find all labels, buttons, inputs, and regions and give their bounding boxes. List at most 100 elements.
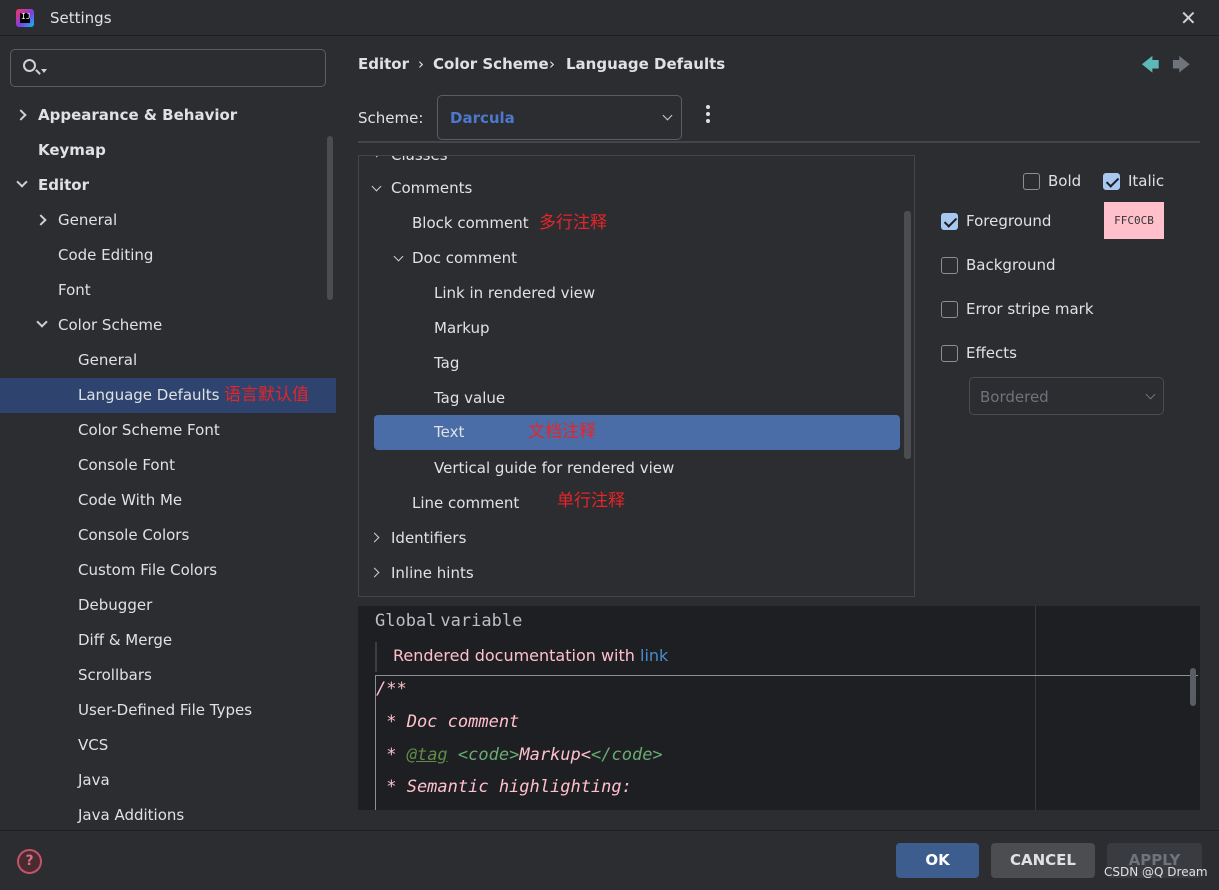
preview-line: * Semantic highlighting: [376,777,632,797]
sidebar-item-code-editing[interactable]: Code Editing [0,238,336,273]
breadcrumb-editor[interactable]: Editor [358,55,409,73]
tree-item-block-comment[interactable]: Block comment [412,206,529,241]
chevron-down-icon[interactable] [393,251,404,262]
foreground-checkbox[interactable] [941,213,958,230]
sidebar-item-console-font[interactable]: Console Font [0,448,336,483]
chevron-right-icon[interactable] [371,156,382,158]
close-icon[interactable]: ✕ [1180,6,1197,30]
breadcrumb-separator: › [418,55,424,73]
sidebar-item-label: Font [58,281,91,299]
sidebar-item-color-scheme-font[interactable]: Color Scheme Font [0,413,336,448]
sidebar-item-diff-merge[interactable]: Diff & Merge [0,623,336,658]
sidebar-item-code-with-me[interactable]: Code With Me [0,483,336,518]
sidebar-item-appearance-behavior[interactable]: Appearance & Behavior [0,98,336,133]
background-checkbox[interactable] [941,257,958,274]
search-history-dropdown-icon[interactable] [41,69,47,73]
sidebar-item-label: General [78,351,138,369]
forward-arrow-icon[interactable]: 🡆 [1172,53,1191,83]
preview-editor[interactable]: Global variable Rendered documentation w… [358,606,1200,810]
sidebar-item-debugger[interactable]: Debugger [0,588,336,623]
scheme-dropdown[interactable]: Darcula [437,95,682,140]
sidebar-item-language-defaults[interactable]: Language Defaults 语言默认值 [0,378,336,413]
tree-item-comments[interactable]: Comments [391,171,472,206]
sidebar-item-scrollbars[interactable]: Scrollbars [0,658,336,693]
sidebar-item-vcs[interactable]: VCS [0,728,336,763]
tree-item-label: Text [434,423,465,441]
tree-item-doc-comment[interactable]: Doc comment [412,241,517,276]
chevron-right-icon[interactable] [369,567,380,578]
chevron-right-icon[interactable] [369,532,380,543]
chevron-down-icon[interactable] [371,181,382,192]
effects-type-value: Bordered [980,388,1049,406]
sidebar-item-label: Appearance & Behavior [38,106,238,124]
breadcrumb-separator: › [549,55,555,73]
rendered-doc-link[interactable]: link [640,646,668,665]
bold-label: Bold [1048,172,1082,190]
tree-item-tag-value[interactable]: Tag value [434,381,505,416]
tree-item-label: Block comment [412,214,529,232]
effects-type-dropdown[interactable]: Bordered [969,377,1164,415]
search-icon [23,59,36,72]
tree-item-text[interactable]: Text 文档注释 [374,415,900,450]
sidebar-item-label: Console Colors [78,526,190,544]
error-stripe-checkbox[interactable] [941,301,958,318]
sidebar-item-java[interactable]: Java [0,763,336,798]
preview-token: Global [375,611,437,631]
tree-item-label: Inline hints [391,564,474,582]
effects-checkbox[interactable] [941,345,958,362]
sidebar-item-label: Code Editing [58,246,154,264]
breadcrumb-color-scheme[interactable]: Color Scheme [433,55,549,73]
preview-line: * Doc comment [376,712,520,732]
tree-scrollbar[interactable] [904,211,911,459]
tree-item-link-in-rendered-view[interactable]: Link in rendered view [434,276,595,311]
divider [358,141,1200,143]
tree-item-tag[interactable]: Tag [434,346,459,381]
tree-item-line-comment[interactable]: Line comment [412,486,519,521]
cancel-button[interactable]: CANCEL [991,843,1095,878]
sidebar-item-font[interactable]: Font [0,273,336,308]
preview-rendered-doc: Rendered documentation with link [375,642,668,672]
sidebar-item-label: Scrollbars [78,666,152,684]
chevron-down-icon [662,110,673,121]
chevron-down-icon [1145,389,1156,400]
chevron-down-icon[interactable] [36,316,48,328]
preview-line: /** [376,679,407,699]
tree-item-identifiers[interactable]: Identifiers [391,521,466,556]
sidebar-item-user-defined-file-types[interactable]: User-Defined File Types [0,693,336,728]
settings-sidebar: Appearance & Behavior Keymap Editor Gene… [0,36,337,830]
sidebar-item-editor[interactable]: Editor [0,168,336,203]
error-stripe-label: Error stripe mark [966,300,1094,318]
settings-search[interactable] [10,49,326,87]
preview-token: Markup [519,745,581,765]
sidebar-item-color-scheme-general[interactable]: General [0,343,336,378]
italic-checkbox[interactable] [1103,173,1120,190]
ok-button[interactable]: OK [896,843,979,878]
annotation-text: 文档注释 [528,422,596,442]
foreground-color-swatch[interactable]: FFC0CB [1104,202,1164,239]
bold-checkbox[interactable] [1023,173,1040,190]
sidebar-item-label: User-Defined File Types [78,701,253,719]
sidebar-scrollbar[interactable] [327,136,333,300]
sidebar-item-label: Color Scheme Font [78,421,220,439]
sidebar-item-custom-file-colors[interactable]: Custom File Colors [0,553,336,588]
sidebar-item-console-colors[interactable]: Console Colors [0,518,336,553]
sidebar-item-keymap[interactable]: Keymap [0,133,336,168]
chevron-down-icon[interactable] [16,176,28,188]
sidebar-item-label: Color Scheme [58,316,163,334]
tree-item-label: Identifiers [391,529,467,547]
sidebar-item-editor-general[interactable]: General [0,203,336,238]
tree-item-inline-hints[interactable]: Inline hints [391,556,474,591]
tree-item-vertical-guide[interactable]: Vertical guide for rendered view [434,451,674,486]
tree-item-label: Classes [391,155,448,164]
search-input[interactable] [55,56,315,80]
more-actions-icon[interactable] [706,105,710,123]
preview-scrollbar[interactable] [1190,668,1196,706]
scheme-value: Darcula [450,109,515,127]
help-icon[interactable]: ? [17,849,42,874]
sidebar-item-color-scheme[interactable]: Color Scheme [0,308,336,343]
chevron-right-icon[interactable] [35,214,47,226]
back-arrow-icon[interactable]: 🡄 [1141,53,1160,83]
tree-item-markup[interactable]: Markup [434,311,490,346]
sidebar-item-java-additions[interactable]: Java Additions [0,798,336,833]
chevron-right-icon[interactable] [15,109,27,121]
